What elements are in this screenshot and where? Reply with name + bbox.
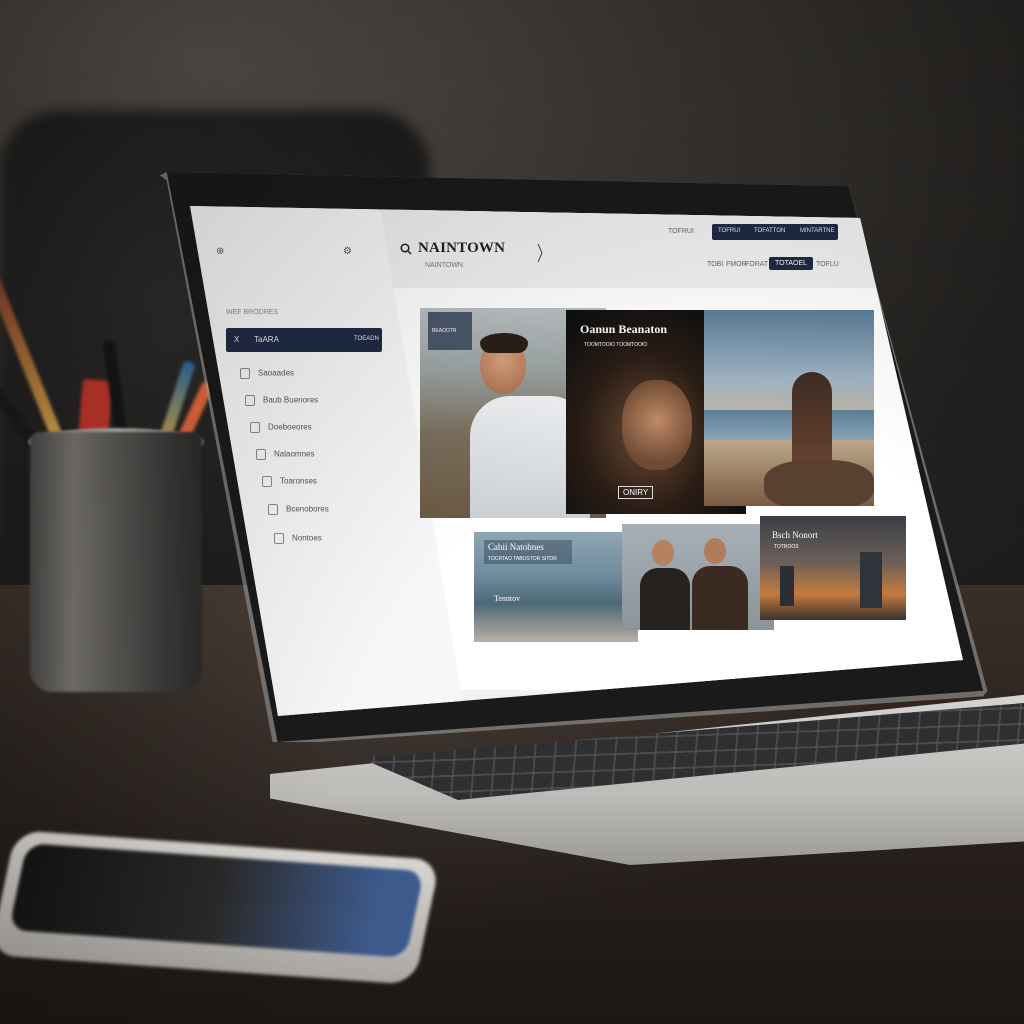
card-title: Oanun Beanaton: [580, 322, 668, 336]
document-icon: [250, 422, 260, 433]
active-item-label: TaARA: [254, 335, 279, 344]
document-icon: [268, 504, 278, 515]
globe-icon[interactable]: ⊕: [216, 246, 224, 257]
search-icon[interactable]: [400, 243, 412, 255]
card-badge-box: BEAOOTR: [428, 312, 472, 350]
person-hair: [480, 333, 528, 353]
photo-card[interactable]: Bsch Nonort TOTROOS: [760, 516, 906, 620]
card-subtitle: TOOMTOOIO TOOMTOOIO: [584, 342, 648, 348]
sidebar-item-label: Toaronses: [280, 476, 317, 486]
header-nav-item[interactable]: TOBI: [707, 261, 723, 268]
top-nav-strip: TOFRUI TOFATTON MINTARTNE: [712, 224, 838, 240]
top-link[interactable]: TOFATTON: [754, 228, 785, 234]
header-nav-item[interactable]: FMOR: [726, 261, 747, 268]
brand-subtitle: NAINTOWN: [425, 262, 463, 269]
person-face: [622, 380, 692, 470]
sidebar-item-label: Saoaades: [258, 368, 295, 378]
sidebar-item[interactable]: Saoaades: [240, 368, 294, 379]
card-title: Cabii Natobnes: [488, 542, 544, 552]
header-nav-item[interactable]: FORAT: [745, 261, 768, 268]
rocks: [764, 460, 874, 506]
chevron-right-icon[interactable]: [536, 242, 544, 264]
sidebar-item-label: Baub Buenores: [263, 395, 319, 405]
card-title: Bsch Nonort: [772, 530, 818, 540]
person-figure: [792, 372, 832, 472]
phone-screen: [8, 843, 425, 958]
sidebar-item[interactable]: Doeboeores: [250, 422, 312, 433]
sidebar-item-label: Doeboeores: [268, 422, 312, 432]
sea: [704, 410, 874, 440]
building: [860, 552, 882, 608]
top-link[interactable]: MINTARTNE: [800, 228, 834, 234]
sidebar-item[interactable]: Bcenobores: [268, 504, 329, 515]
building: [780, 566, 794, 606]
card-badge: BEAOOTR: [432, 328, 457, 334]
photo-card[interactable]: Cabii Natobnes TOCRTAO TABOSTOR SITOR Te…: [474, 532, 638, 642]
card-subtitle: TOCRTAO TABOSTOR SITOR: [488, 556, 557, 562]
card-subtitle: TOTROOS: [774, 544, 799, 550]
person-suit: [692, 566, 748, 630]
sidebar-item[interactable]: Nontoes: [274, 533, 322, 544]
sidebar-item[interactable]: Baub Buenores: [245, 395, 318, 406]
settings-icon[interactable]: ⚙: [343, 246, 352, 257]
sidebar-item[interactable]: Nalaomnes: [256, 449, 314, 460]
document-icon: [256, 449, 266, 460]
brand-title: NAINTOWN: [418, 240, 506, 256]
document-icon: [245, 395, 255, 406]
photo-card[interactable]: [622, 524, 774, 630]
photo-card[interactable]: [704, 310, 874, 506]
document-icon: [262, 476, 272, 487]
person-suit: [640, 568, 690, 630]
sidebar-item-label: Bcenobores: [286, 504, 329, 514]
document-icon: [240, 368, 250, 379]
sidebar-item-label: Nontoes: [292, 533, 322, 543]
card-chip: Tenntov: [494, 594, 521, 603]
top-corner-link[interactable]: TOFRUI: [668, 228, 694, 235]
sidebar-item[interactable]: Toaronses: [262, 476, 317, 487]
card-chip: ONIRY: [618, 486, 654, 499]
sidebar-item-label: Nalaomnes: [274, 449, 315, 459]
sidebar-heading: WEF BRODRES: [226, 309, 279, 316]
pen-cup: [30, 432, 202, 692]
person-face: [704, 538, 726, 564]
active-item-badge: TOEADN: [354, 336, 379, 342]
document-icon: [274, 533, 284, 544]
sidebar-item-active[interactable]: X TaARA TOEADN: [226, 328, 382, 352]
header-nav-item[interactable]: TOFLU: [816, 261, 839, 268]
person-face: [652, 540, 674, 566]
top-link[interactable]: TOFRUI: [718, 228, 740, 234]
active-item-icon: X: [234, 335, 240, 344]
header-nav-item-active[interactable]: TOTAOEL: [769, 257, 814, 270]
